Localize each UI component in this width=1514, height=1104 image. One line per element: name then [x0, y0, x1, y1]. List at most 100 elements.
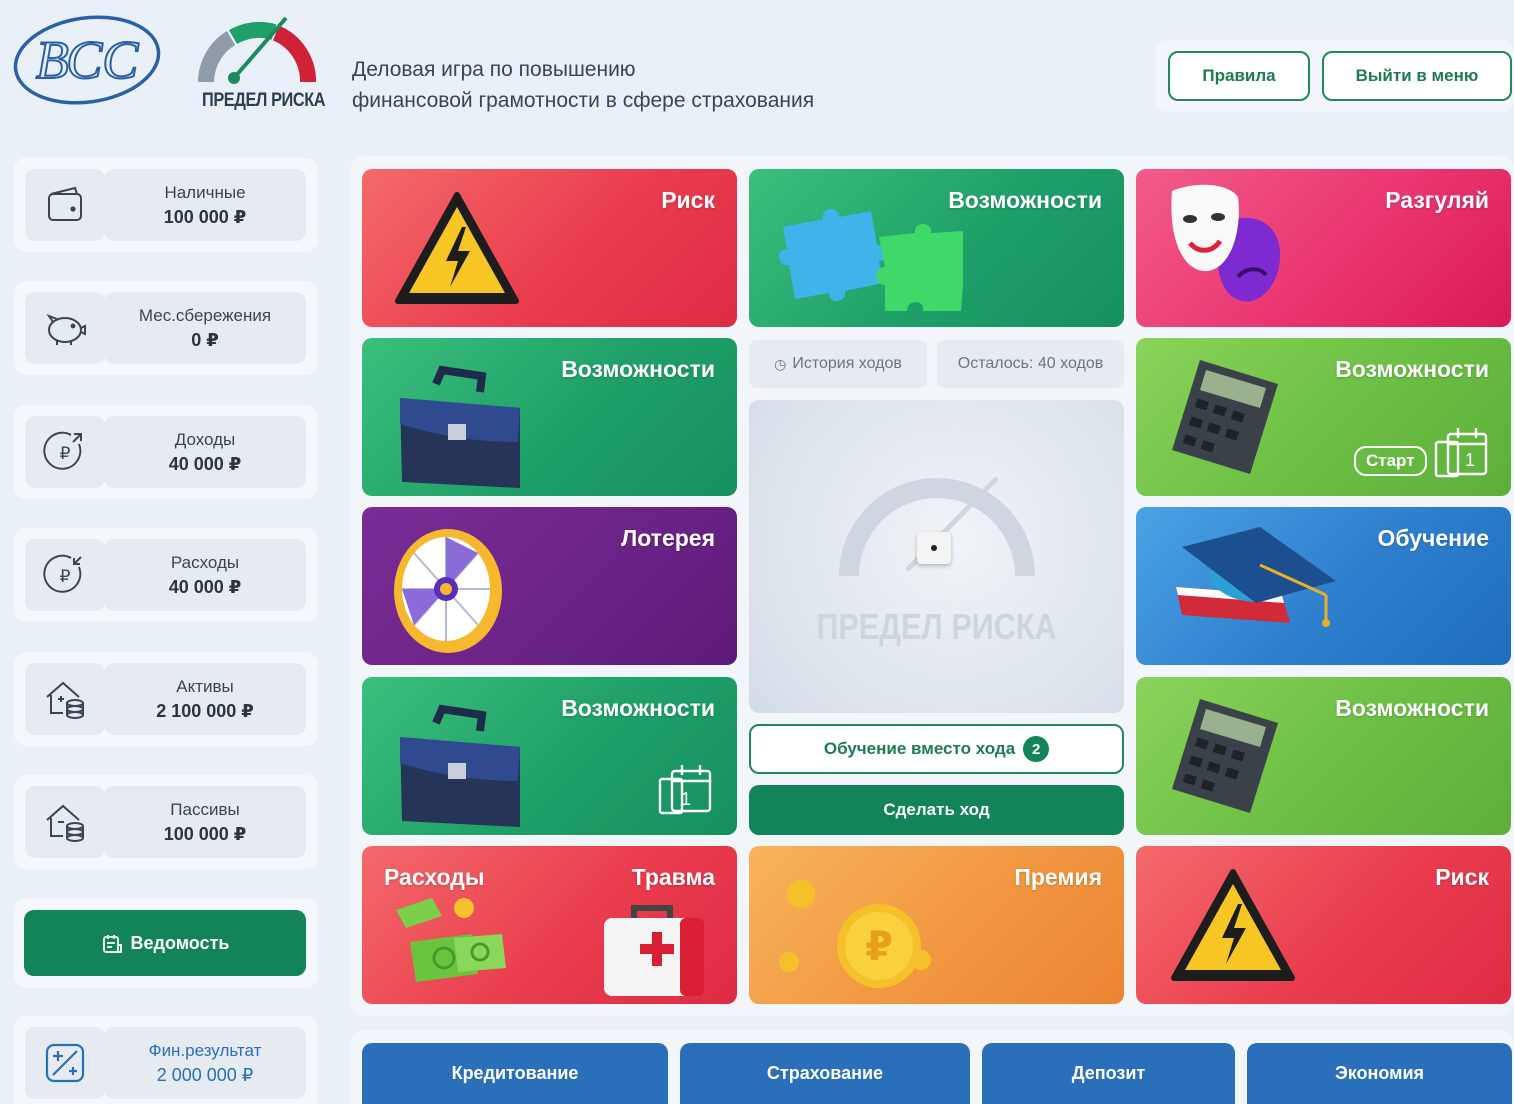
tagline: Деловая игра по повышению финансовой гра… — [352, 54, 814, 116]
stat-label: Наличные — [164, 183, 246, 202]
stat-liabilities: Пассивы 100 000 ₽ — [14, 775, 318, 869]
moves-remaining-label: Осталось: 40 ходов — [957, 355, 1104, 372]
graduation-cap-icon — [1176, 527, 1336, 627]
tile-title-left: Расходы — [384, 864, 485, 890]
stat-amount: 0 ₽ — [191, 330, 219, 350]
tile-party[interactable]: Разгуляй — [1136, 169, 1511, 327]
tile-title: Возможности — [948, 187, 1102, 213]
stat-label: Активы — [176, 677, 234, 696]
tile-bonus[interactable]: ₽ Премия — [749, 846, 1124, 1004]
stat-amount: 40 000 ₽ — [168, 454, 242, 474]
tile-opportunities-briefcase-2[interactable]: Возможности 1 — [362, 677, 737, 835]
tile-title: Возможности — [1335, 356, 1489, 382]
stat-cash-value: Наличные 100 000 ₽ — [104, 169, 306, 241]
clock-icon: ◷ — [774, 355, 787, 372]
tile-opportunities-briefcase-1[interactable]: Возможности — [362, 338, 737, 496]
puzzle-icon — [778, 208, 963, 311]
history-label: История ходов — [792, 355, 902, 372]
stat-assets: Активы 2 100 000 ₽ — [14, 652, 318, 746]
make-move-button[interactable]: Сделать ход — [749, 785, 1124, 835]
percent-plus-icon — [25, 1027, 105, 1099]
stat-income-value: Доходы 40 000 ₽ — [104, 416, 306, 488]
tile-title: Возможности — [561, 695, 715, 721]
tile-expenses-injury[interactable]: Расходы Травма — [362, 846, 737, 1004]
tab-deposit[interactable]: Депозит — [982, 1043, 1235, 1104]
history-button[interactable]: ◷ История ходов — [749, 340, 927, 388]
top-buttons: Правила Выйти в меню — [1156, 40, 1514, 112]
tab-economy[interactable]: Экономия — [1247, 1043, 1512, 1104]
stat-label: Фин.результат — [148, 1041, 262, 1060]
expense-icon: ₽ — [25, 539, 105, 611]
svg-text:₽: ₽ — [60, 444, 71, 464]
tagline-line-1: Деловая игра по повышению — [352, 58, 636, 81]
dice-area: ПРЕДЕЛ РИСКА — [749, 400, 1124, 713]
tile-title: Лотерея — [621, 525, 715, 551]
vss-logo: ВСС — [12, 12, 162, 108]
stat-label: Мес.сбережения — [138, 306, 272, 325]
moves-remaining: Осталось: 40 ходов — [937, 340, 1124, 388]
stat-label: Расходы — [170, 553, 240, 572]
tile-title: Премия — [1014, 864, 1102, 890]
tile-lottery[interactable]: Лотерея — [362, 507, 737, 665]
ledger-container: Ведомость — [14, 898, 318, 988]
rules-button[interactable]: Правила — [1168, 51, 1310, 101]
tile-start[interactable]: Возможности Старт 1 — [1136, 338, 1511, 496]
tile-risk-2[interactable]: Риск — [1136, 846, 1511, 1004]
piggy-bank-icon — [25, 292, 105, 364]
svg-text:1: 1 — [1465, 450, 1475, 470]
stat-cash: Наличные 100 000 ₽ — [14, 158, 318, 252]
svg-text:ВСС: ВСС — [36, 30, 139, 90]
stat-amount: 100 000 ₽ — [163, 824, 247, 844]
stat-expenses-value: Расходы 40 000 ₽ — [104, 539, 306, 611]
income-icon: ₽ — [25, 416, 105, 488]
first-aid-kit-icon — [604, 905, 704, 996]
learn-count-badge: 2 — [1023, 736, 1050, 762]
learn-label: Обучение вместо хода — [823, 739, 1016, 758]
tile-title: Возможности — [1335, 695, 1489, 721]
svg-text:₽: ₽ — [865, 924, 893, 970]
tile-risk-1[interactable]: Риск — [362, 169, 737, 327]
dice[interactable] — [917, 532, 951, 564]
assets-icon — [25, 663, 105, 735]
coin-icon: ₽ — [779, 880, 931, 988]
stat-amount: 100 000 ₽ — [163, 207, 247, 227]
tile-title: Риск — [1435, 864, 1489, 890]
ledger-label: Ведомость — [130, 932, 230, 953]
tab-crediting[interactable]: Кредитование — [362, 1043, 668, 1104]
exit-menu-button[interactable]: Выйти в меню — [1322, 51, 1512, 101]
theater-masks-icon — [1171, 184, 1281, 302]
stat-amount: 2 100 000 ₽ — [156, 701, 254, 721]
svg-text:₽: ₽ — [60, 567, 71, 587]
stat-amount: 2 000 000 ₽ — [156, 1065, 254, 1085]
stat-fin-result: Фин.результат 2 000 000 ₽ — [14, 1016, 318, 1104]
warning-icon — [395, 192, 519, 304]
stat-expenses: ₽ Расходы 40 000 ₽ — [14, 528, 318, 622]
tile-title: Возможности — [561, 356, 715, 382]
briefcase-icon — [400, 365, 520, 488]
tile-opportunities-calculator[interactable]: Возможности — [1136, 677, 1511, 835]
briefcase-icon — [400, 704, 520, 827]
liabilities-icon — [25, 786, 105, 858]
tile-title-right: Травма — [631, 864, 715, 890]
stat-label: Пассивы — [170, 800, 240, 819]
watermark-text: ПРЕДЕЛ РИСКА — [816, 606, 1057, 647]
fin-result-value: Фин.результат 2 000 000 ₽ — [104, 1027, 306, 1099]
learn-instead-button[interactable]: Обучение вместо хода 2 — [749, 724, 1124, 774]
stat-assets-value: Активы 2 100 000 ₽ — [104, 663, 306, 735]
tab-insurance[interactable]: Страхование — [680, 1043, 970, 1104]
tile-education[interactable]: Обучение — [1136, 507, 1511, 665]
tile-opportunities-puzzle[interactable]: Возможности — [749, 169, 1124, 327]
money-icon — [396, 898, 506, 982]
game-logo-text: ПРЕДЕЛ РИСКА — [202, 90, 326, 111]
ledger-button[interactable]: Ведомость — [24, 910, 306, 976]
stat-amount: 40 000 ₽ — [168, 577, 242, 597]
lottery-wheel-icon — [394, 529, 502, 653]
stat-savings: Мес.сбережения 0 ₽ — [14, 281, 318, 375]
start-chip: Старт — [1354, 446, 1427, 476]
tile-title: Разгуляй — [1385, 187, 1489, 213]
stat-liabilities-value: Пассивы 100 000 ₽ — [104, 786, 306, 858]
stat-label: Доходы — [174, 430, 236, 449]
document-icon — [102, 935, 122, 953]
calendar-icon: 1 — [1434, 428, 1488, 478]
warning-icon — [1171, 869, 1295, 981]
